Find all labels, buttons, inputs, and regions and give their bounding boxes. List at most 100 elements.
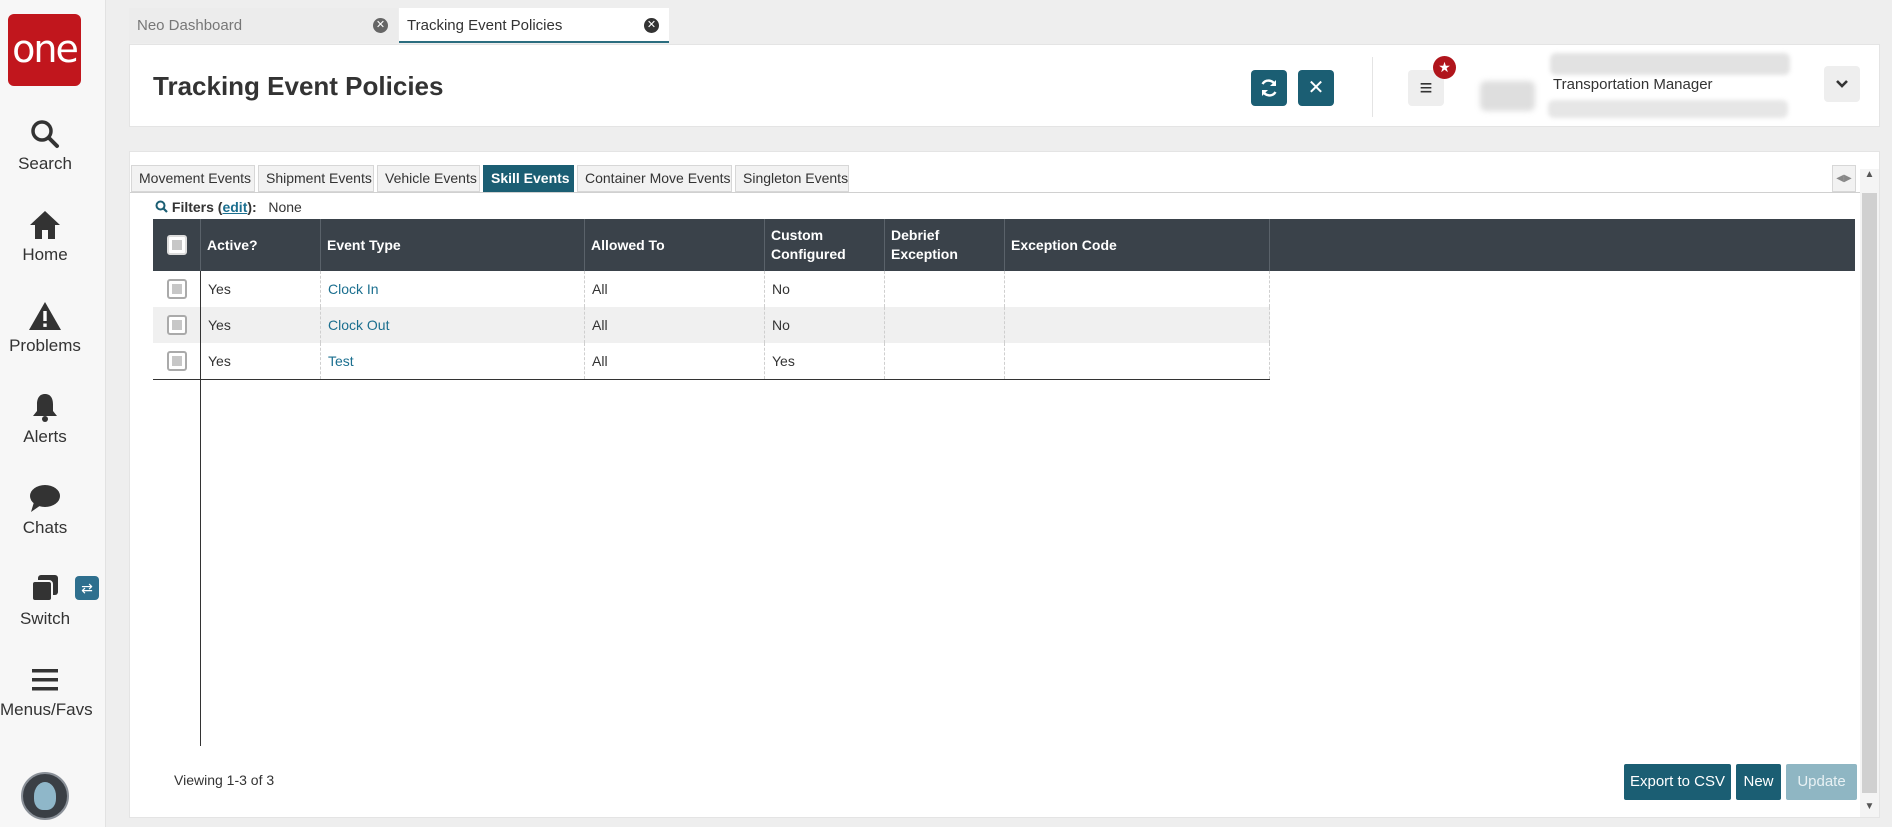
home-icon [30,211,60,239]
redacted-user-avatar [1480,81,1535,111]
row-select [153,271,201,307]
cell-allowed-to: All [585,343,765,379]
cell-event-type-link[interactable]: Clock Out [321,307,585,343]
nav-switch-label: Switch [19,609,71,628]
nav-alerts-label: Alerts [23,427,67,446]
cell-active: Yes [201,271,321,307]
user-dropdown-button[interactable] [1824,66,1860,102]
column-active[interactable]: Active? [201,219,321,271]
bell-icon [33,394,57,422]
content-panel: Movement Events Shipment Events Vehicle … [129,151,1880,818]
tab-movement-events[interactable]: Movement Events [131,165,255,192]
window-tab-neo-dashboard[interactable]: Neo Dashboard ✕ [129,8,398,43]
filters-edit-link[interactable]: edit [222,199,247,215]
nav-chats[interactable]: Chats [0,482,90,538]
search-icon [31,120,59,148]
cell-debrief-exception [885,343,1005,379]
nav-search-label: Search [18,154,72,173]
column-event-type[interactable]: Event Type [321,219,585,271]
one-logo[interactable]: one [8,14,81,86]
column-debrief-exception[interactable]: Debrief Exception [885,219,1005,271]
column-custom-configured[interactable]: Custom Configured [765,219,885,271]
cell-debrief-exception [885,307,1005,343]
warning-icon [29,302,61,330]
nav-chats-label: Chats [22,518,68,537]
user-role: Transportation Manager [1553,76,1713,93]
nav-search[interactable]: Search [0,118,90,174]
switch-icon [31,575,58,602]
table-row[interactable]: Yes Clock Out All No [153,307,1270,343]
cell-event-type-link[interactable]: Test [321,343,585,379]
select-all-column [153,219,201,271]
row-checkbox[interactable] [166,279,187,299]
close-button[interactable]: ✕ [1298,70,1334,106]
chevron-down-icon [1836,80,1848,88]
filters-bar: Filters (edit): None [155,199,302,215]
window-tab-tracking-event-policies[interactable]: Tracking Event Policies ✕ [399,8,669,43]
export-csv-button[interactable]: Export to CSV [1624,764,1731,800]
nav-problems[interactable]: Problems [0,300,90,356]
hamburger-icon [32,669,58,691]
scroll-thumb[interactable] [1862,193,1877,793]
tab-skill-events[interactable]: Skill Events [483,165,574,192]
row-checkbox[interactable] [166,351,187,371]
nav-home-label: Home [22,245,68,264]
assistant-avatar[interactable] [21,772,69,820]
close-tab-icon[interactable]: ✕ [644,18,659,33]
redacted-user-org [1548,100,1788,118]
tab-scroll-arrows[interactable]: ◀▶ [1832,165,1856,192]
nav-menus-favs-label: Menus/Favs [0,700,93,719]
tab-divider [130,192,1860,193]
row-checkbox[interactable] [166,315,187,335]
tab-singleton-events[interactable]: Singleton Events [735,165,849,192]
nav-menus-favs[interactable]: Menus/Favs [0,664,93,720]
tab-shipment-events[interactable]: Shipment Events [258,165,374,192]
switch-arrows-icon[interactable]: ⇄ [75,576,99,600]
cell-active: Yes [201,307,321,343]
scroll-up-icon[interactable]: ▲ [1860,169,1879,185]
table-left-rule [200,380,201,746]
cell-custom-configured: No [765,307,885,343]
pagination-info: Viewing 1-3 of 3 [174,772,275,788]
nav-problems-label: Problems [9,336,81,355]
table-header: Active? Event Type Allowed To Custom Con… [153,219,1855,271]
redacted-user-name [1550,53,1790,75]
close-icon: ✕ [1307,77,1325,99]
close-tab-icon[interactable]: ✕ [373,18,388,33]
cell-exception-code [1005,307,1270,343]
page-header: Tracking Event Policies ✕ ≡ ★ Transporta… [129,44,1880,127]
cell-custom-configured: No [765,271,885,307]
table-row[interactable]: Yes Test All Yes [153,343,1270,379]
divider [1372,57,1373,117]
favorite-star-icon[interactable]: ★ [1433,56,1456,79]
cell-debrief-exception [885,271,1005,307]
new-button[interactable]: New [1736,764,1781,800]
column-allowed-to[interactable]: Allowed To [585,219,765,271]
vertical-scrollbar[interactable]: ▲ ▼ [1860,169,1879,817]
nav-home[interactable]: Home [0,209,90,265]
refresh-button[interactable] [1251,70,1287,106]
window-tab-label: Neo Dashboard [137,17,243,34]
row-select [153,343,201,379]
cell-allowed-to: All [585,271,765,307]
page-title: Tracking Event Policies [153,71,444,101]
filters-value: None [268,199,302,215]
cell-active: Yes [201,343,321,379]
scroll-down-icon[interactable]: ▼ [1860,801,1879,817]
tab-container-move-events[interactable]: Container Move Events [577,165,732,192]
cell-event-type-link[interactable]: Clock In [321,271,585,307]
table-row[interactable]: Yes Clock In All No [153,271,1270,307]
search-icon [155,200,168,213]
table-bottom-border [153,379,1270,380]
nav-alerts[interactable]: Alerts [0,391,90,447]
left-nav: one Search Home Problems Alerts Chats Sw… [0,0,106,827]
column-exception-code[interactable]: Exception Code [1005,219,1270,271]
refresh-icon [1261,79,1277,97]
cell-allowed-to: All [585,307,765,343]
filters-label: Filters [171,199,214,215]
cell-exception-code [1005,343,1270,379]
tab-vehicle-events[interactable]: Vehicle Events [377,165,480,192]
update-button[interactable]: Update [1786,764,1857,800]
chat-icon [30,485,60,512]
select-all-checkbox[interactable] [166,235,187,255]
